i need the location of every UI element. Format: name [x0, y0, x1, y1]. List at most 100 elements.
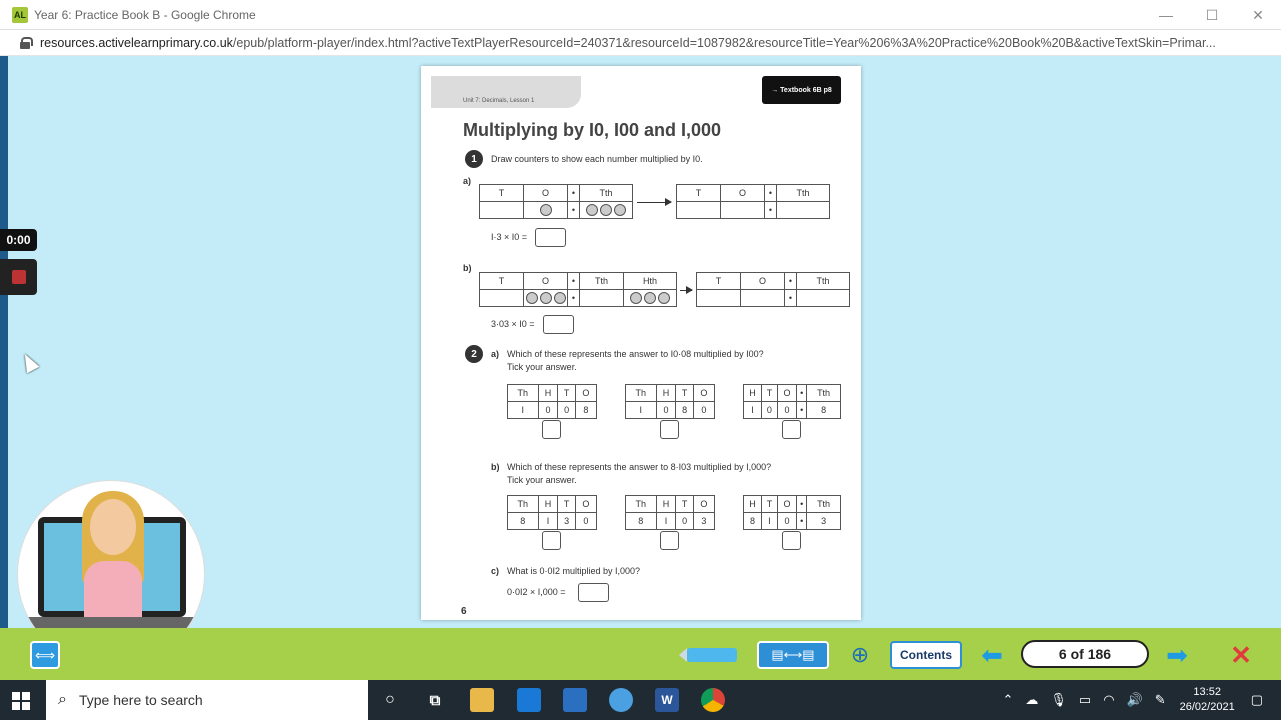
recording-stop-button[interactable]: [0, 259, 37, 295]
value-cell: 0: [574, 512, 598, 530]
notifications-icon[interactable]: ▢: [1251, 692, 1263, 708]
q1b-equation: 3·03 × I0 =: [491, 319, 535, 329]
wifi-icon[interactable]: ◠: [1103, 692, 1114, 708]
q2a-instruction: Tick your answer.: [507, 362, 577, 372]
q2b-option-1: Th H T O 8I30: [507, 495, 598, 530]
next-page-button[interactable]: ➡: [1160, 640, 1194, 670]
q2a-text: Which of these represents the answer to …: [507, 349, 764, 359]
close-window-button[interactable]: ✕: [1235, 0, 1281, 30]
task-view-icon[interactable]: ⧉: [423, 688, 447, 712]
q2b-option-3: H T O • Tth 8 I 0 • 3: [742, 495, 841, 530]
value-cell: 8: [507, 512, 539, 530]
chevron-up-icon[interactable]: ⌃: [1002, 692, 1013, 708]
q2b-tick-box-2[interactable]: [660, 531, 679, 550]
counter-icon: [644, 292, 656, 304]
q1a-label: a): [463, 176, 472, 186]
onedrive-icon[interactable]: ☁: [1025, 692, 1038, 708]
cell[interactable]: [796, 289, 850, 307]
header-cell: O: [692, 495, 716, 513]
lock-icon[interactable]: [20, 36, 33, 49]
taskbar-search-box[interactable]: ⌕ Type here to search: [46, 680, 368, 720]
volume-icon[interactable]: 🔊: [1127, 692, 1143, 708]
file-explorer-icon[interactable]: [470, 688, 494, 712]
dot-cell: •: [567, 201, 580, 219]
cell[interactable]: [676, 201, 721, 219]
header-cell: T: [479, 272, 524, 290]
pen-icon[interactable]: ✎: [1155, 692, 1166, 708]
start-tile: [22, 692, 30, 700]
taskbar-clock[interactable]: 13:52 26/02/2021: [1180, 685, 1235, 715]
cell[interactable]: [740, 289, 785, 307]
header-cell: Tth: [579, 184, 633, 202]
store-icon[interactable]: [563, 688, 587, 712]
page-indicator-input[interactable]: 6 of 186: [1021, 640, 1149, 668]
maximize-button[interactable]: ☐: [1189, 0, 1235, 30]
battery-icon[interactable]: ▭: [1079, 692, 1091, 708]
q2a-tick-box-2[interactable]: [660, 420, 679, 439]
contents-button[interactable]: Contents: [890, 641, 962, 669]
counter-icon: [539, 292, 552, 304]
mail-icon[interactable]: [517, 688, 541, 712]
value-cell: I: [742, 401, 763, 419]
url-text[interactable]: resources.activelearnprimary.co.uk/epub/…: [40, 36, 1260, 50]
question-1-text: Draw counters to show each number multip…: [491, 154, 703, 164]
q1b-table-answer[interactable]: T O • Tth •: [696, 272, 850, 307]
pencil-tool-button[interactable]: [679, 641, 739, 669]
q2c-text: What is 0·0I2 multiplied by I,000?: [507, 566, 641, 576]
right-arrow-icon: [680, 286, 693, 294]
header-cell: T: [676, 184, 721, 202]
value-cell: I: [625, 401, 657, 419]
minimize-button[interactable]: —: [1143, 0, 1189, 30]
counter-icon: [539, 204, 552, 216]
value-cell: •: [796, 512, 808, 530]
close-book-button[interactable]: ✕: [1226, 640, 1256, 670]
search-placeholder: Type here to search: [78, 692, 203, 708]
header-cell: Th: [625, 495, 657, 513]
windows-start-icon[interactable]: [12, 692, 30, 710]
cell[interactable]: [720, 201, 765, 219]
microphone-icon[interactable]: 🎙: [1050, 692, 1067, 708]
header-cell: •: [567, 184, 580, 202]
q2c-answer-box[interactable]: [578, 583, 609, 602]
header-cell: T: [761, 384, 778, 402]
q2a-tick-box-1[interactable]: [542, 420, 561, 439]
expand-button[interactable]: ⟺: [30, 641, 60, 669]
q2a-tick-box-3[interactable]: [782, 420, 801, 439]
header-cell: T: [675, 495, 694, 513]
q1a-table-answer[interactable]: T O • Tth •: [676, 184, 830, 219]
counter-icon: [553, 292, 566, 304]
header-cell: Tth: [796, 272, 850, 290]
header-cell: •: [796, 495, 808, 513]
cell[interactable]: [696, 289, 741, 307]
word-icon[interactable]: W: [655, 688, 679, 712]
header-cell: Tth: [579, 272, 624, 290]
header-cell: •: [567, 272, 580, 290]
cell-counters: [523, 289, 568, 307]
cell-counters: [579, 201, 633, 219]
cell[interactable]: [776, 201, 830, 219]
cortana-icon[interactable]: ○: [378, 688, 402, 712]
previous-page-button[interactable]: ⬅: [975, 640, 1009, 670]
counter-icon: [614, 204, 626, 216]
q1b-answer-box[interactable]: [543, 315, 574, 334]
window-titlebar: AL Year 6: Practice Book B - Google Chro…: [0, 0, 1281, 30]
avatar-body: [84, 561, 142, 621]
q2a-option-2: Th H T O I080: [625, 384, 716, 419]
header-cell: •: [796, 384, 808, 402]
value-cell: 0: [537, 401, 559, 419]
q2b-tick-box-3[interactable]: [782, 531, 801, 550]
dot-cell: •: [567, 289, 580, 307]
webex-icon[interactable]: [609, 688, 633, 712]
q2a-option-3: H T O • Tth I 0 0 • 8: [742, 384, 841, 419]
value-cell: 0: [692, 401, 716, 419]
q1a-answer-box[interactable]: [535, 228, 566, 247]
address-bar[interactable]: resources.activelearnprimary.co.uk/epub/…: [0, 30, 1281, 56]
chrome-icon[interactable]: [701, 688, 725, 712]
start-tile: [12, 692, 20, 700]
zoom-button[interactable]: ⊕: [845, 641, 875, 669]
page-view-toggle-button[interactable]: ▤⟷▤: [757, 641, 829, 669]
q2b-tick-box-1[interactable]: [542, 531, 561, 550]
cell: [479, 201, 524, 219]
q2b-instruction: Tick your answer.: [507, 475, 577, 485]
header-cell: O: [523, 272, 568, 290]
